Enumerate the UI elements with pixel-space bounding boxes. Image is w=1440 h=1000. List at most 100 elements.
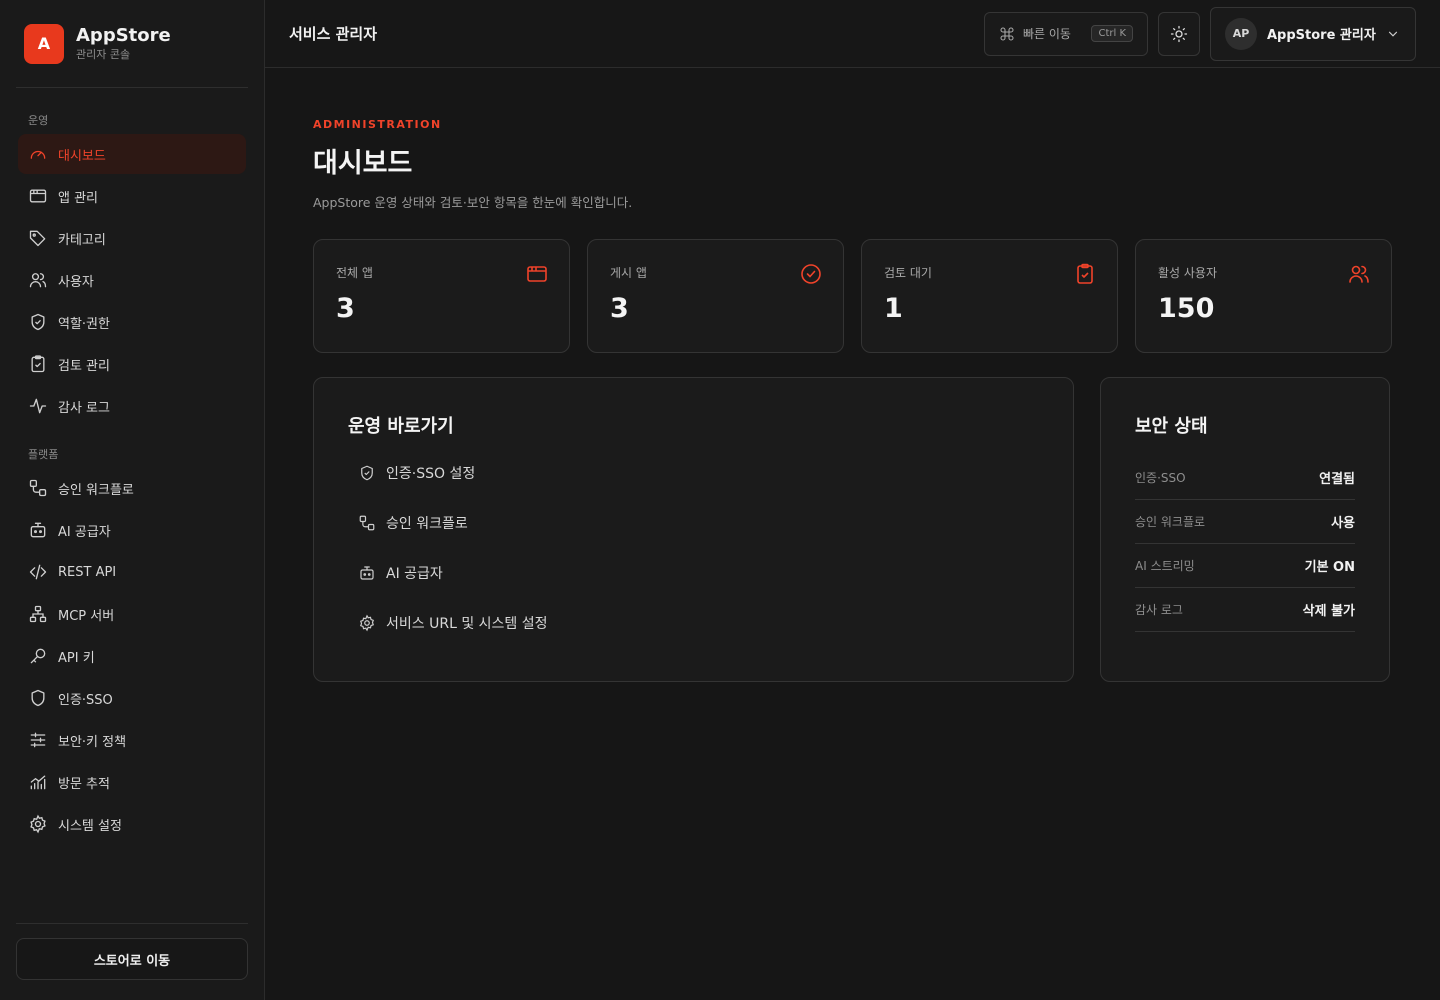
gear-icon bbox=[30, 814, 46, 834]
quick-link-approval-workflow[interactable]: 승인 워크플로 bbox=[348, 498, 1039, 548]
security-row: 감사 로그 삭제 불가 bbox=[1135, 588, 1355, 632]
security-row: 인증·SSO 연결됨 bbox=[1135, 456, 1355, 500]
gauge-icon bbox=[30, 150, 46, 159]
quick-link-label: 인증·SSO 설정 bbox=[386, 466, 476, 482]
page-eyebrow: ADMINISTRATION bbox=[313, 118, 442, 131]
workflow-icon bbox=[359, 515, 375, 531]
security-row-value: 기본 ON bbox=[1304, 560, 1355, 575]
quick-link-label: 서비스 URL 및 시스템 설정 bbox=[386, 616, 548, 632]
security-status-list: 인증·SSO 연결됨 승인 워크플로 사용 AI 스트리밍 기본 ON 감사 로… bbox=[1135, 456, 1355, 632]
sidebar-item-label: MCP 서버 bbox=[58, 608, 115, 624]
security-row-label: 인증·SSO bbox=[1135, 471, 1186, 485]
stat-value: 3 bbox=[336, 293, 355, 324]
sidebar-item-label: 앱 관리 bbox=[58, 190, 99, 206]
sidebar-item-ai-providers[interactable]: AI 공급자 bbox=[18, 510, 246, 550]
security-row-label: 감사 로그 bbox=[1135, 603, 1183, 617]
chart-icon bbox=[30, 775, 46, 790]
stat-card-pending-review[interactable]: 검토 대기 1 bbox=[861, 239, 1118, 353]
sidebar-item-security-key-policy[interactable]: 보안·키 정책 bbox=[18, 720, 246, 760]
sidebar-item-label: REST API bbox=[58, 564, 117, 580]
shield-check-icon bbox=[31, 313, 45, 331]
gear-icon bbox=[360, 614, 374, 632]
stats-row: 전체 앱 3 게시 앱 3 검토 대기 1 활성 사용자 150 bbox=[313, 239, 1392, 353]
go-to-store-button[interactable]: 스토어로 이동 bbox=[16, 938, 248, 980]
quick-nav-button[interactable]: 빠른 이동 Ctrl K bbox=[984, 11, 1148, 56]
stat-card-published-apps[interactable]: 게시 앱 3 bbox=[587, 239, 844, 353]
sun-icon bbox=[1170, 25, 1188, 42]
clipboard-check-icon bbox=[1077, 263, 1093, 284]
tag-icon bbox=[29, 230, 46, 247]
brand-name: AppStore bbox=[76, 24, 171, 46]
sidebar-item-label: 카테고리 bbox=[58, 232, 106, 248]
stat-label: 게시 앱 bbox=[610, 266, 647, 280]
main-area: 서비스 관리자 빠른 이동 Ctrl K AP AppStore 관리자 ADM… bbox=[265, 0, 1440, 1000]
sidebar-item-label: API 키 bbox=[58, 650, 95, 666]
brand[interactable]: A AppStore 관리자 콘솔 bbox=[16, 0, 248, 88]
bot-icon bbox=[30, 522, 46, 538]
clipboard-check-icon bbox=[31, 355, 45, 373]
topbar: 서비스 관리자 빠른 이동 Ctrl K AP AppStore 관리자 bbox=[265, 0, 1440, 68]
stat-card-active-users[interactable]: 활성 사용자 150 bbox=[1135, 239, 1392, 353]
security-row-value: 사용 bbox=[1331, 516, 1355, 531]
sidebar-item-approval-workflow[interactable]: 승인 워크플로 bbox=[18, 468, 246, 508]
code-icon bbox=[29, 564, 47, 580]
sidebar-nav: 운영 대시보드 앱 관리 카테고리 사용자 역할·권한 검토 관리 감사 로그 … bbox=[0, 88, 264, 1000]
page-title: 대시보드 bbox=[313, 148, 413, 179]
sidebar-item-label: 감사 로그 bbox=[58, 400, 110, 416]
quick-link-system-settings[interactable]: 서비스 URL 및 시스템 설정 bbox=[348, 598, 1039, 648]
sidebar-item-label: 시스템 설정 bbox=[58, 818, 122, 834]
user-name: AppStore 관리자 bbox=[1267, 28, 1376, 43]
sidebar-item-system-settings[interactable]: 시스템 설정 bbox=[18, 804, 246, 844]
page-description: AppStore 운영 상태와 검토·보안 항목을 한눈에 확인합니다. bbox=[313, 195, 633, 210]
quick-links-title: 운영 바로가기 bbox=[348, 416, 454, 437]
sidebar-item-auth-sso[interactable]: 인증·SSO bbox=[18, 678, 246, 718]
dashboard-content: ADMINISTRATION 대시보드 AppStore 운영 상태와 검토·보… bbox=[265, 68, 1440, 682]
topbar-title: 서비스 관리자 bbox=[289, 25, 378, 43]
stat-label: 검토 대기 bbox=[884, 266, 932, 280]
quick-link-auth-sso[interactable]: 인증·SSO 설정 bbox=[348, 448, 1039, 498]
sidebar-item-rest-api[interactable]: REST API bbox=[18, 552, 246, 592]
sidebar-item-label: 검토 관리 bbox=[58, 358, 110, 374]
theme-toggle-button[interactable] bbox=[1158, 11, 1200, 56]
quick-link-ai-providers[interactable]: AI 공급자 bbox=[348, 548, 1039, 598]
nav-section-platform: 플랫폼 bbox=[28, 448, 59, 461]
security-row: AI 스트리밍 기본 ON bbox=[1135, 544, 1355, 588]
sidebar-item-label: 대시보드 bbox=[58, 148, 106, 164]
shield-icon bbox=[31, 689, 45, 707]
user-menu-button[interactable]: AP AppStore 관리자 bbox=[1210, 6, 1416, 61]
sidebar-item-roles[interactable]: 역할·권한 bbox=[18, 302, 246, 342]
security-row-label: 승인 워크플로 bbox=[1135, 515, 1206, 529]
sidebar-item-categories[interactable]: 카테고리 bbox=[18, 218, 246, 258]
users-icon bbox=[29, 273, 47, 288]
stat-card-total-apps[interactable]: 전체 앱 3 bbox=[313, 239, 570, 353]
stat-label: 전체 앱 bbox=[336, 266, 373, 280]
activity-icon bbox=[29, 398, 47, 414]
stat-label: 활성 사용자 bbox=[1158, 266, 1218, 280]
panels-row: 운영 바로가기 인증·SSO 설정 승인 워크플로 AI 공급자 서비스 URL… bbox=[313, 377, 1392, 682]
sidebar-item-users[interactable]: 사용자 bbox=[18, 260, 246, 300]
app-window-icon bbox=[29, 189, 47, 203]
sidebar-item-label: 사용자 bbox=[58, 274, 94, 290]
app-root: A AppStore 관리자 콘솔 운영 대시보드 앱 관리 카테고리 사용자 … bbox=[0, 0, 1440, 1000]
security-status-panel: 보안 상태 인증·SSO 연결됨 승인 워크플로 사용 AI 스트리밍 기본 O bbox=[1100, 377, 1390, 682]
brand-logo: A bbox=[24, 23, 64, 64]
chevron-down-icon bbox=[1388, 31, 1397, 37]
sidebar-item-reviews[interactable]: 검토 관리 bbox=[18, 344, 246, 384]
quick-link-label: AI 공급자 bbox=[386, 566, 443, 582]
sidebar-item-api-keys[interactable]: API 키 bbox=[18, 636, 246, 676]
sidebar-item-apps[interactable]: 앱 관리 bbox=[18, 176, 246, 216]
sidebar-item-visit-tracking[interactable]: 방문 추적 bbox=[18, 762, 246, 802]
avatar: AP bbox=[1225, 17, 1257, 50]
security-row-value: 삭제 불가 bbox=[1302, 604, 1355, 619]
check-circle-icon bbox=[801, 264, 821, 284]
workflow-icon bbox=[29, 479, 47, 497]
sidebar-item-audit-log[interactable]: 감사 로그 bbox=[18, 386, 246, 426]
sidebar-item-mcp-server[interactable]: MCP 서버 bbox=[18, 594, 246, 634]
security-row-label: AI 스트리밍 bbox=[1135, 559, 1195, 573]
users-icon bbox=[1349, 265, 1369, 283]
security-status-title: 보안 상태 bbox=[1135, 416, 1208, 437]
stat-value: 1 bbox=[884, 293, 903, 324]
quick-nav-label: 빠른 이동 bbox=[1023, 27, 1071, 41]
sidebar-item-dashboard[interactable]: 대시보드 bbox=[18, 134, 246, 174]
bot-icon bbox=[360, 566, 374, 580]
